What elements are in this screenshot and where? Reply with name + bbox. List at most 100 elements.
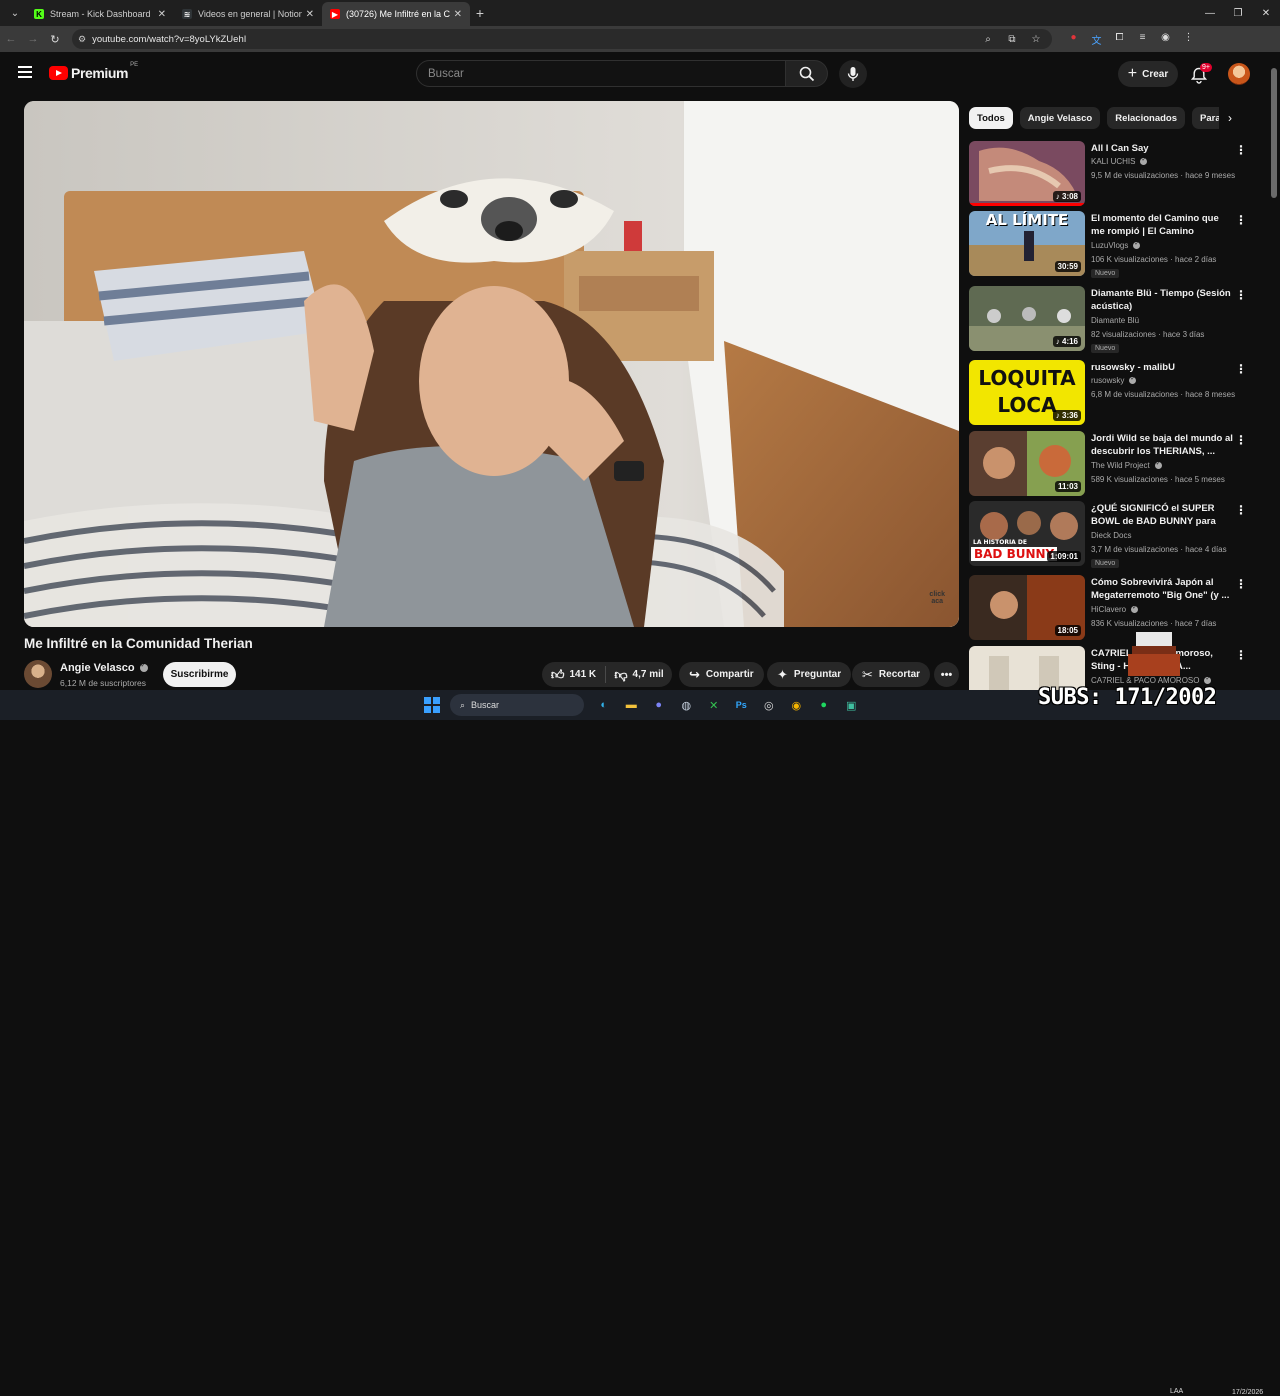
chevron-right-icon[interactable]: › xyxy=(1219,107,1241,129)
recommendation-title[interactable]: El momento del Camino que me rompió | El… xyxy=(1091,212,1233,238)
close-window-icon[interactable]: ✕ xyxy=(1252,8,1280,19)
ask-button[interactable]: ✦ Preguntar xyxy=(767,662,852,687)
scrollbar-thumb[interactable] xyxy=(1271,68,1277,198)
edge-icon[interactable]: ◐ xyxy=(590,695,618,715)
recommendation-item[interactable]: 11:03 Jordi Wild se baja del mundo al des… xyxy=(969,431,1254,497)
recommendation-channel-row[interactable]: Dieck Docs xyxy=(1091,531,1131,540)
more-options-icon[interactable]: ⋮ xyxy=(1235,648,1247,662)
recommendation-channel[interactable]: The Wild Project xyxy=(1091,461,1150,470)
search-input[interactable]: Buscar xyxy=(416,60,786,87)
create-button[interactable]: + Crear xyxy=(1118,61,1178,87)
more-options-icon[interactable]: ⋮ xyxy=(1235,213,1247,227)
channel-name[interactable]: Angie Velasco xyxy=(60,662,135,674)
share-button[interactable]: ↪ Compartir xyxy=(679,662,764,687)
recommendation-channel[interactable]: LuzuVlogs xyxy=(1091,241,1128,250)
menu-hamburger-icon[interactable] xyxy=(18,66,32,78)
recommendation-channel[interactable]: rusowsky xyxy=(1091,376,1124,385)
terminal-icon[interactable]: ▣ xyxy=(838,695,866,715)
recommendation-title[interactable]: ¿QUÉ SIGNIFICÓ el SUPER BOWL de BAD BUNN… xyxy=(1091,502,1233,528)
voice-search-button[interactable] xyxy=(839,60,867,88)
recommendation-thumbnail[interactable]: LA HISTORIA DE BAD BUNNY 1:09:01 xyxy=(969,501,1085,566)
more-options-icon[interactable]: ⋮ xyxy=(1235,362,1247,376)
recommendation-title[interactable]: Cómo Sobrevivirá Japón al Megaterremoto … xyxy=(1091,576,1233,602)
recommendation-channel[interactable]: Diamante Blü xyxy=(1091,316,1139,325)
more-options-icon[interactable]: ⋮ xyxy=(1235,503,1247,517)
extension-translate-icon[interactable]: 文 xyxy=(1085,32,1108,47)
recommendation-channel-row[interactable]: rusowsky xyxy=(1091,375,1137,385)
taskbar-search[interactable]: ⌕ Buscar xyxy=(450,694,584,716)
recommendation-channel[interactable]: HiClavero xyxy=(1091,605,1126,614)
recommendation-channel[interactable]: KALI UCHIS xyxy=(1091,157,1135,166)
tab-close-icon[interactable]: ✕ xyxy=(158,9,166,20)
tab-search-chevron-icon[interactable]: ⌄ xyxy=(4,3,26,23)
recommendation-item[interactable]: AL LÍMITE 30:59 El momento del Camino que … xyxy=(969,211,1254,278)
recommendation-item[interactable]: 18:05 Cómo Sobrevivirá Japón al Megaterre… xyxy=(969,575,1254,641)
browser-tab[interactable]: ▶ (30726) Me Infiltré en la Comuni ✕ xyxy=(322,2,470,26)
page-scrollbar[interactable] xyxy=(1271,62,1277,684)
steam-icon[interactable]: ◍ xyxy=(673,695,701,715)
recommendation-item[interactable]: LA HISTORIA DE BAD BUNNY 1:09:01 ¿QUÉ SIGNI… xyxy=(969,501,1254,568)
recommendation-title[interactable]: Jordi Wild se baja del mundo al descubri… xyxy=(1091,432,1233,458)
recommendation-channel-row[interactable]: LuzuVlogs xyxy=(1091,240,1141,250)
extensions-puzzle-icon[interactable]: ⧠ xyxy=(1108,32,1131,47)
reload-button[interactable]: ↻ xyxy=(44,33,66,46)
recommendation-thumbnail[interactable]: LOQUITA LOCA ♪ 3:36 xyxy=(969,360,1085,425)
more-options-icon[interactable]: ⋮ xyxy=(1235,433,1247,447)
xbox-icon[interactable]: ✕ xyxy=(700,695,728,715)
more-options-icon[interactable]: ⋮ xyxy=(1235,577,1247,591)
forward-button[interactable]: → xyxy=(22,33,44,45)
recommendation-item[interactable]: LOQUITA LOCA ♪ 3:36 rusowsky - malibU rusows… xyxy=(969,360,1254,426)
recommendation-item[interactable]: ♪ 4:16 Diamante Blü - Tiempo (Sesión acús… xyxy=(969,286,1254,353)
recommendation-title[interactable]: All I Can Say xyxy=(1091,142,1233,155)
recommendation-thumbnail[interactable]: 18:05 xyxy=(969,575,1085,640)
recommendation-channel[interactable]: Dieck Docs xyxy=(1091,531,1131,540)
more-options-icon[interactable]: ⋮ xyxy=(1235,288,1247,302)
browser-tab[interactable]: K Stream - Kick Dashboard ✕ xyxy=(26,2,174,26)
maximize-icon[interactable]: ❐ xyxy=(1224,8,1252,19)
browser-menu-icon[interactable]: ⋮ xyxy=(1177,32,1200,47)
filter-chip[interactable]: Relacionados xyxy=(1107,107,1185,129)
site-info-icon[interactable]: ⚙ xyxy=(78,34,86,45)
profile-icon[interactable]: ◉ xyxy=(1154,32,1177,47)
recommendation-channel-row[interactable]: HiClavero xyxy=(1091,604,1139,614)
recommendation-thumbnail[interactable]: ♪ 3:08 xyxy=(969,141,1085,206)
file-explorer-icon[interactable]: ▬ xyxy=(618,695,646,715)
filter-chip[interactable]: Todos xyxy=(969,107,1013,129)
subscribe-button[interactable]: Suscribirme xyxy=(163,662,236,687)
search-button[interactable] xyxy=(786,60,828,87)
like-button[interactable]: 👍︎ 141 K xyxy=(542,666,606,683)
more-options-icon[interactable]: ⋮ xyxy=(1235,143,1247,157)
discord-icon[interactable]: ● xyxy=(645,695,673,715)
minimize-icon[interactable]: — xyxy=(1196,8,1224,19)
channel-avatar[interactable] xyxy=(24,660,52,688)
recommendation-thumbnail[interactable]: ♪ 4:16 xyxy=(969,286,1085,351)
spotify-icon[interactable]: ● xyxy=(810,695,838,715)
channel-name-row[interactable]: Angie Velasco xyxy=(60,662,148,674)
recommendation-channel-row[interactable]: The Wild Project xyxy=(1091,460,1162,470)
zoom-icon[interactable]: ⌕ xyxy=(976,34,1000,45)
bookmark-star-icon[interactable]: ☆ xyxy=(1024,34,1048,45)
tray-language[interactable]: LAA xyxy=(1170,1388,1183,1395)
recommendation-channel-row[interactable]: Diamante Blü xyxy=(1091,316,1139,325)
windows-start-icon[interactable] xyxy=(424,697,440,713)
recommendation-title[interactable]: rusowsky - malibU xyxy=(1091,361,1233,374)
url-field[interactable]: ⚙ youtube.com/watch?v=8yoLYkZUehI ⌕ ⧉ ☆ xyxy=(72,29,1052,49)
extension-red-icon[interactable]: ● xyxy=(1062,32,1085,47)
taskbar-date[interactable]: 17/2/2026 xyxy=(1232,1389,1263,1396)
new-tab-button[interactable]: + xyxy=(470,5,490,21)
obs-icon[interactable]: ◎ xyxy=(755,695,783,715)
chrome-icon[interactable]: ◉ xyxy=(783,695,811,715)
sidebar-icon[interactable]: ≡ xyxy=(1131,32,1154,47)
youtube-premium-logo[interactable]: Premium PE xyxy=(49,62,138,81)
recommendation-title[interactable]: Diamante Blü - Tiempo (Sesión acústica) xyxy=(1091,287,1233,313)
dislike-button[interactable]: 👎︎ 4,7 mil xyxy=(606,667,672,683)
cast-icon[interactable]: ⧉ xyxy=(1000,34,1024,45)
photoshop-icon[interactable]: Ps xyxy=(728,695,756,715)
clip-button[interactable]: ✂ Recortar xyxy=(852,662,931,687)
recommendation-item[interactable]: ♪ 3:08 All I Can Say KALI UCHIS 9,5 M de vi… xyxy=(969,141,1254,207)
recommendation-channel-row[interactable]: KALI UCHIS xyxy=(1091,156,1148,166)
tab-close-icon[interactable]: ✕ xyxy=(306,9,314,20)
recommendation-thumbnail[interactable]: AL LÍMITE 30:59 xyxy=(969,211,1085,276)
recommendation-thumbnail[interactable]: 11:03 xyxy=(969,431,1085,496)
browser-tab[interactable]: ≋ Videos en general | Notion ✕ xyxy=(174,2,322,26)
